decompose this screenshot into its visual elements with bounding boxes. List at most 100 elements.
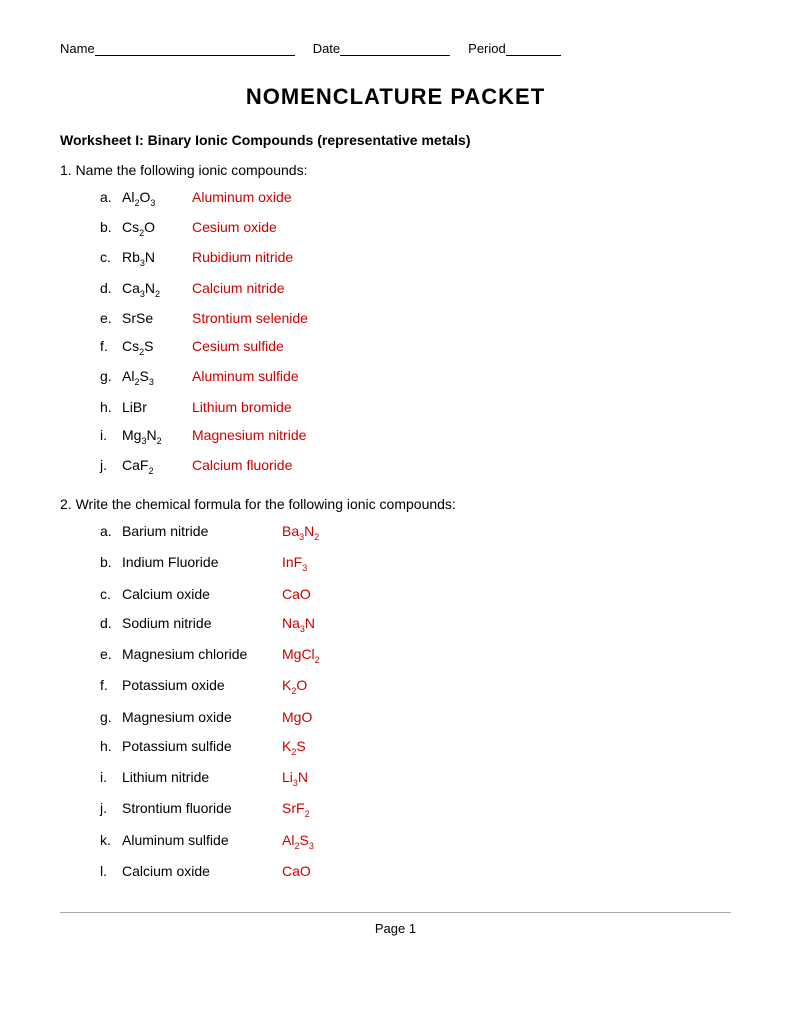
formula: LiBr [122,396,192,418]
answer: Aluminum sulfide [192,365,299,387]
list-item: b. Cs2O Cesium oxide [100,216,731,240]
item-letter: j. [100,454,122,476]
answer: Magnesium nitride [192,424,306,446]
list-item: k. Aluminum sulfide Al2S3 [100,829,731,853]
q1-label: 1. Name the following ionic compounds: [60,162,731,178]
list-item: a. Barium nitride Ba3N2 [100,520,731,544]
question-2: 2. Write the chemical formula for the fo… [60,496,731,882]
list-item: j. Strontium fluoride SrF2 [100,797,731,821]
list-item: a. Al2O3 Aluminum oxide [100,186,731,210]
compound-name: Aluminum sulfide [122,829,282,851]
list-item: e. Magnesium chloride MgCl2 [100,643,731,667]
item-letter: i. [100,766,122,788]
formula-answer: Ba3N2 [282,520,319,544]
q2-list: a. Barium nitride Ba3N2 b. Indium Fluori… [100,520,731,882]
name-label: Name [60,41,95,56]
page-number: Page 1 [375,921,416,936]
list-item: b. Indium Fluoride InF3 [100,551,731,575]
list-item: j. CaF2 Calcium fluoride [100,454,731,478]
list-item: i. Lithium nitride Li3N [100,766,731,790]
formula-answer: Al2S3 [282,829,314,853]
list-item: d. Ca3N2 Calcium nitride [100,277,731,301]
formula: Al2S3 [122,365,192,389]
compound-name: Indium Fluoride [122,551,282,573]
page-title: Nomenclature Packet [60,84,731,110]
item-letter: b. [100,216,122,238]
formula: Ca3N2 [122,277,192,301]
item-letter: j. [100,797,122,819]
compound-name: Lithium nitride [122,766,282,788]
name-underline [95,40,295,56]
item-letter: h. [100,396,122,418]
answer: Cesium oxide [192,216,277,238]
formula-answer: K2S [282,735,306,759]
formula: Mg3N2 [122,424,192,448]
item-letter: h. [100,735,122,757]
answer: Cesium sulfide [192,335,284,357]
formula: Al2O3 [122,186,192,210]
list-item: g. Magnesium oxide MgO [100,706,731,728]
formula-answer: Na3N [282,612,315,636]
item-letter: k. [100,829,122,851]
formula-answer: CaO [282,583,311,605]
formula-answer: K2O [282,674,307,698]
list-item: f. Potassium oxide K2O [100,674,731,698]
question-1: 1. Name the following ionic compounds: a… [60,162,731,478]
period-underline [506,40,561,56]
answer: Aluminum oxide [192,186,292,208]
compound-name: Magnesium oxide [122,706,282,728]
item-letter: g. [100,365,122,387]
item-letter: f. [100,674,122,696]
list-item: i. Mg3N2 Magnesium nitride [100,424,731,448]
date-underline [340,40,450,56]
answer: Calcium fluoride [192,454,292,476]
compound-name: Strontium fluoride [122,797,282,819]
formula: Rb3N [122,246,192,270]
answer: Lithium bromide [192,396,292,418]
compound-name: Calcium oxide [122,860,282,882]
page-footer: Page 1 [60,912,731,936]
item-letter: a. [100,520,122,542]
worksheet-title: Worksheet I: Binary Ionic Compounds (rep… [60,132,731,148]
formula: Cs2O [122,216,192,240]
item-letter: b. [100,551,122,573]
answer: Calcium nitride [192,277,285,299]
q1-list: a. Al2O3 Aluminum oxide b. Cs2O Cesium o… [100,186,731,478]
list-item: e. SrSe Strontium selenide [100,307,731,329]
item-letter: c. [100,583,122,605]
header: Name Date Period [60,40,731,56]
item-letter: d. [100,277,122,299]
list-item: h. Potassium sulfide K2S [100,735,731,759]
item-letter: a. [100,186,122,208]
item-letter: f. [100,335,122,357]
list-item: d. Sodium nitride Na3N [100,612,731,636]
item-letter: d. [100,612,122,634]
list-item: c. Rb3N Rubidium nitride [100,246,731,270]
formula-answer: MgCl2 [282,643,320,667]
answer: Strontium selenide [192,307,308,329]
formula-answer: MgO [282,706,312,728]
list-item: c. Calcium oxide CaO [100,583,731,605]
formula: SrSe [122,307,192,329]
list-item: h. LiBr Lithium bromide [100,396,731,418]
compound-name: Magnesium chloride [122,643,282,665]
compound-name: Barium nitride [122,520,282,542]
formula-answer: CaO [282,860,311,882]
item-letter: g. [100,706,122,728]
formula: CaF2 [122,454,192,478]
formula-answer: Li3N [282,766,308,790]
formula: Cs2S [122,335,192,359]
q2-label: 2. Write the chemical formula for the fo… [60,496,731,512]
formula-answer: SrF2 [282,797,310,821]
item-letter: i. [100,424,122,446]
answer: Rubidium nitride [192,246,293,268]
item-letter: c. [100,246,122,268]
compound-name: Potassium oxide [122,674,282,696]
compound-name: Calcium oxide [122,583,282,605]
item-letter: e. [100,307,122,329]
compound-name: Sodium nitride [122,612,282,634]
list-item: f. Cs2S Cesium sulfide [100,335,731,359]
date-label: Date [313,41,340,56]
formula-answer: InF3 [282,551,307,575]
item-letter: e. [100,643,122,665]
